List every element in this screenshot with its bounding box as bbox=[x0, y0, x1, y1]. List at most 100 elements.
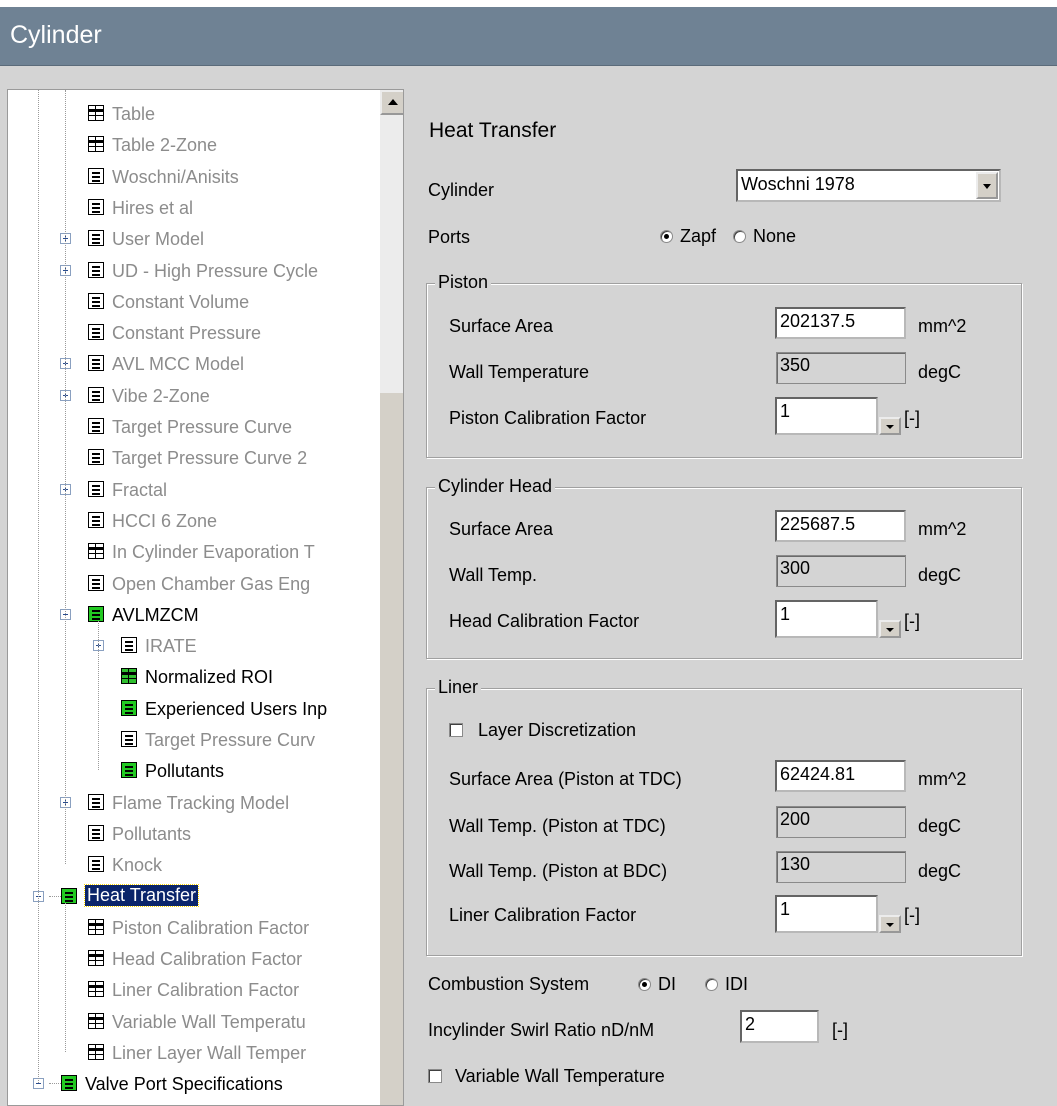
tree-item-label: HCCI 6 Zone bbox=[112, 510, 218, 531]
tree-item-ud-high-pressure-cycle[interactable]: UD - High Pressure Cycle bbox=[8, 255, 378, 286]
piston-surface-area-unit: mm^2 bbox=[918, 316, 967, 336]
tree-item-label: User Model bbox=[112, 229, 205, 250]
tree-item-label: Hires et al bbox=[112, 197, 194, 218]
table-icon bbox=[88, 543, 104, 560]
tree-item-experienced-users-inp[interactable]: Experienced Users Inp bbox=[8, 693, 378, 724]
piston-calibration-label: Piston Calibration Factor bbox=[449, 408, 647, 428]
tree-item-knock[interactable]: Knock bbox=[8, 849, 378, 880]
piston-wall-temp-value: 350 bbox=[776, 352, 906, 384]
tree-item-target-pressure-curve[interactable]: Target Pressure Curve bbox=[8, 411, 378, 442]
form-icon-green bbox=[88, 605, 104, 622]
tree-item-avl-mcc-model[interactable]: AVL MCC Model bbox=[8, 348, 378, 379]
layer-discretization-checkbox[interactable] bbox=[449, 723, 463, 737]
tree-item-avlmzcm[interactable]: AVLMZCM bbox=[8, 599, 378, 630]
combustion-idi-label: IDI bbox=[725, 974, 749, 994]
tree-item-target-pressure-curve-2[interactable]: Target Pressure Curve 2 bbox=[8, 442, 378, 473]
piston-surface-area-label: Surface Area bbox=[449, 316, 554, 336]
swirl-ratio-input[interactable]: 2 bbox=[740, 1010, 819, 1043]
liner-surface-area-input[interactable]: 62424.81 bbox=[775, 760, 906, 792]
tree-item-vibe-2-zone[interactable]: Vibe 2-Zone bbox=[8, 380, 378, 411]
tree-item-normalized-roi[interactable]: Normalized ROI bbox=[8, 661, 378, 692]
liner-calibration-input[interactable]: 1 bbox=[775, 895, 878, 933]
table-icon bbox=[88, 1012, 104, 1029]
tree-item-flame-tracking-model[interactable]: Flame Tracking Model bbox=[8, 787, 378, 818]
tree-item-label: Variable Wall Temperatu bbox=[112, 1011, 306, 1032]
tree-item-fractal[interactable]: Fractal bbox=[8, 474, 378, 505]
ports-none-radio[interactable] bbox=[733, 230, 746, 243]
tree-item-label: Pollutants bbox=[145, 761, 225, 782]
tree-item-table[interactable]: Table bbox=[8, 98, 378, 129]
tree-item-label: Table bbox=[112, 104, 156, 124]
tree-item-label: Liner Layer Wall Temper bbox=[112, 1043, 307, 1063]
tree-item-head-calibration-factor[interactable]: Head Calibration Factor bbox=[8, 943, 378, 974]
piston-wall-temp-label: Wall Temperature bbox=[449, 362, 590, 382]
form-icon bbox=[88, 824, 104, 841]
tree-item-constant-pressure[interactable]: Constant Pressure bbox=[8, 317, 378, 348]
combustion-system-label: Combustion System bbox=[428, 974, 590, 994]
tree-item-liner-calibration-factor[interactable]: Liner Calibration Factor bbox=[8, 974, 378, 1005]
tree-item-constant-volume[interactable]: Constant Volume bbox=[8, 286, 378, 317]
chevron-down-icon[interactable] bbox=[976, 172, 998, 199]
tree-item-variable-wall-temperatu[interactable]: Variable Wall Temperatu bbox=[8, 1006, 378, 1037]
ports-zapf-radio[interactable] bbox=[660, 230, 673, 243]
head-surface-area-unit: mm^2 bbox=[918, 519, 967, 539]
tree-item-table-2-zone[interactable]: Table 2-Zone bbox=[8, 129, 378, 160]
piston-surface-area-input[interactable]: 202137.5 bbox=[775, 307, 906, 339]
tree-item-in-cylinder-evaporation-t[interactable]: In Cylinder Evaporation T bbox=[8, 536, 378, 567]
tree-item-target-pressure-curv[interactable]: Target Pressure Curv bbox=[8, 724, 378, 755]
piston-calibration-input[interactable]: 1 bbox=[775, 397, 878, 435]
form-icon-green bbox=[61, 1075, 77, 1092]
form-icon-green bbox=[121, 699, 137, 716]
tree-item-irate[interactable]: IRATE bbox=[8, 630, 378, 661]
scroll-up-button[interactable] bbox=[380, 90, 403, 115]
layer-discretization-label: Layer Discretization bbox=[478, 720, 637, 740]
liner-surface-area-unit: mm^2 bbox=[918, 769, 967, 789]
liner-wall-temp-tdc-value: 200 bbox=[776, 806, 906, 838]
form-icon bbox=[121, 731, 137, 747]
head-surface-area-label: Surface Area bbox=[449, 519, 554, 539]
form-icon bbox=[88, 198, 104, 215]
scroll-track[interactable] bbox=[380, 115, 403, 393]
tree-guide-line bbox=[65, 90, 66, 865]
variable-wall-temp-checkbox[interactable] bbox=[428, 1069, 442, 1083]
variable-wall-temp-label: Variable Wall Temperature bbox=[455, 1066, 665, 1086]
form-icon bbox=[121, 637, 137, 654]
tree-item-label: Woschni/Anisits bbox=[112, 166, 239, 187]
tree-item-liner-layer-wall-temper[interactable]: Liner Layer Wall Temper bbox=[8, 1037, 378, 1068]
tree-item-hcci-6-zone[interactable]: HCCI 6 Zone bbox=[8, 505, 378, 536]
tree-scrollbar[interactable] bbox=[379, 90, 403, 1105]
liner-wall-temp-bdc-value: 130 bbox=[776, 851, 906, 883]
liner-calibration-label: Liner Calibration Factor bbox=[449, 905, 637, 925]
tree-item-open-chamber-gas-eng[interactable]: Open Chamber Gas Eng bbox=[8, 568, 378, 599]
head-calibration-dropdown-icon[interactable] bbox=[879, 620, 901, 638]
tree-item-pollutants[interactable]: Pollutants bbox=[8, 818, 378, 849]
tree-item-piston-calibration-factor[interactable]: Piston Calibration Factor bbox=[8, 912, 378, 943]
head-surface-area-input[interactable]: 225687.5 bbox=[775, 510, 906, 542]
tree-guide-line bbox=[38, 90, 39, 1084]
tree-item-woschni-anisits[interactable]: Woschni/Anisits bbox=[8, 161, 378, 192]
form-icon bbox=[88, 449, 104, 466]
head-calibration-input[interactable]: 1 bbox=[775, 600, 878, 638]
tree-item-user-model[interactable]: User Model bbox=[8, 223, 378, 254]
form-icon bbox=[88, 261, 104, 278]
ports-none-label: None bbox=[753, 226, 797, 246]
tree-item-label: Target Pressure Curv bbox=[145, 730, 316, 750]
ports-zapf-label: Zapf bbox=[680, 226, 717, 246]
tree-item-valve-port-specifications[interactable]: Valve Port Specifications bbox=[8, 1068, 378, 1099]
combustion-idi-radio[interactable] bbox=[705, 978, 718, 991]
model-tree[interactable]: Table Table 2-Zone Woschni/Anisits Hires et… bbox=[7, 89, 404, 1106]
head-wall-temp-label: Wall Temp. bbox=[449, 565, 538, 585]
combustion-di-radio[interactable] bbox=[638, 978, 651, 991]
liner-calibration-dropdown-icon[interactable] bbox=[879, 915, 901, 933]
tree-item-heat-transfer[interactable]: Heat Transfer bbox=[8, 881, 378, 912]
tree-item-pollutants[interactable]: Pollutants bbox=[8, 755, 378, 786]
form-icon bbox=[88, 856, 104, 873]
cylinder-model-select[interactable]: Woschni 1978 bbox=[736, 169, 1001, 202]
head-wall-temp-unit: degC bbox=[918, 565, 962, 585]
tree-item-label: Target Pressure Curve 2 bbox=[112, 448, 308, 469]
liner-surface-area-label: Surface Area (Piston at TDC) bbox=[449, 769, 682, 789]
tree-item-hires-et-al[interactable]: Hires et al bbox=[8, 192, 378, 223]
tree-item-label: Valve Port Specifications bbox=[85, 1074, 283, 1095]
piston-calibration-dropdown-icon[interactable] bbox=[879, 417, 901, 435]
tree-item-label: Constant Pressure bbox=[112, 323, 262, 344]
